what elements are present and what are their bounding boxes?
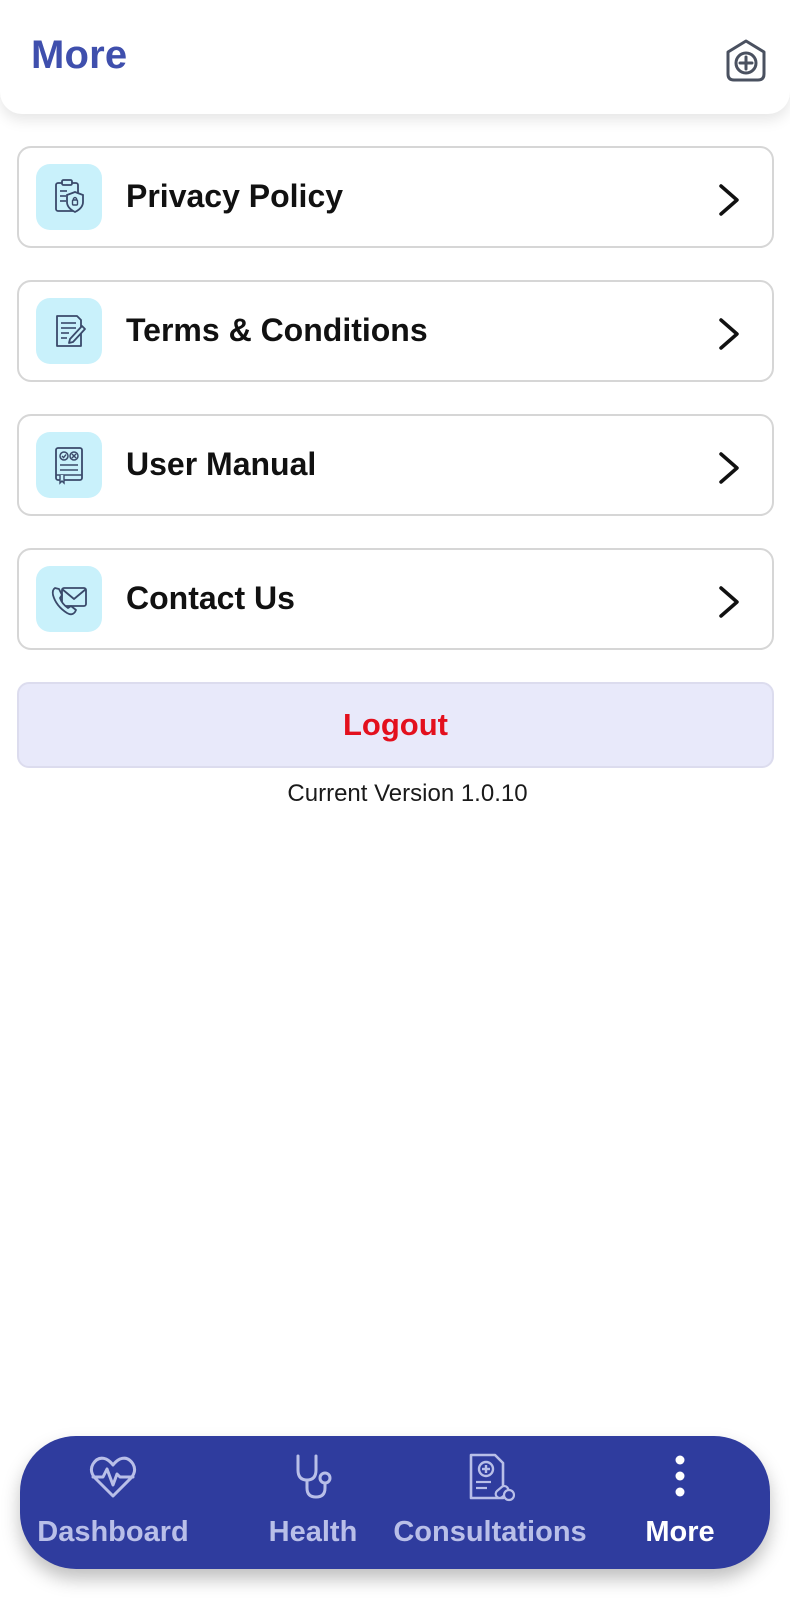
stethoscope-icon <box>296 1454 332 1499</box>
privacy-clipboard-shield-icon <box>36 164 102 230</box>
document-pen-icon <box>36 298 102 364</box>
bottom-navigation-bar: Dashboard Health Consultations More <box>20 1436 770 1569</box>
nav-tab-label: Consultations <box>393 1516 587 1548</box>
nav-tab-label: More <box>645 1516 715 1548</box>
nav-tab-label: Dashboard <box>37 1516 189 1548</box>
prescription-icon <box>469 1453 515 1502</box>
more-menu-list: Privacy Policy Terms & Conditions User M… <box>17 146 774 682</box>
nav-tab-dashboard[interactable]: Dashboard <box>32 1436 194 1569</box>
top-app-bar: More <box>0 0 790 114</box>
menu-item-user-manual[interactable]: User Manual <box>17 414 774 516</box>
add-hospital-icon[interactable] <box>722 36 770 84</box>
menu-item-terms-conditions[interactable]: Terms & Conditions <box>17 280 774 382</box>
nav-tab-more[interactable]: More <box>610 1436 750 1569</box>
chevron-right-icon <box>715 450 743 486</box>
menu-item-privacy-policy[interactable]: Privacy Policy <box>17 146 774 248</box>
chevron-right-icon <box>715 584 743 620</box>
guide-book-icon <box>36 432 102 498</box>
phone-envelope-icon <box>36 566 102 632</box>
page-title: More <box>31 33 128 77</box>
menu-item-label: Privacy Policy <box>126 178 344 214</box>
vertical-dots-icon <box>675 1455 685 1497</box>
app-version-text: Current Version 1.0.10 <box>287 780 528 807</box>
heart-pulse-icon <box>89 1456 137 1498</box>
menu-item-contact-us[interactable]: Contact Us <box>17 548 774 650</box>
menu-item-label: Contact Us <box>126 580 295 616</box>
logout-button[interactable]: Logout <box>17 682 774 768</box>
chevron-right-icon <box>715 182 743 218</box>
menu-item-label: Terms & Conditions <box>126 312 428 348</box>
chevron-right-icon <box>715 316 743 352</box>
nav-tab-health[interactable]: Health <box>233 1436 393 1569</box>
nav-tab-consultations[interactable]: Consultations <box>380 1436 600 1569</box>
menu-item-label: User Manual <box>126 446 317 482</box>
nav-tab-label: Health <box>268 1516 358 1548</box>
